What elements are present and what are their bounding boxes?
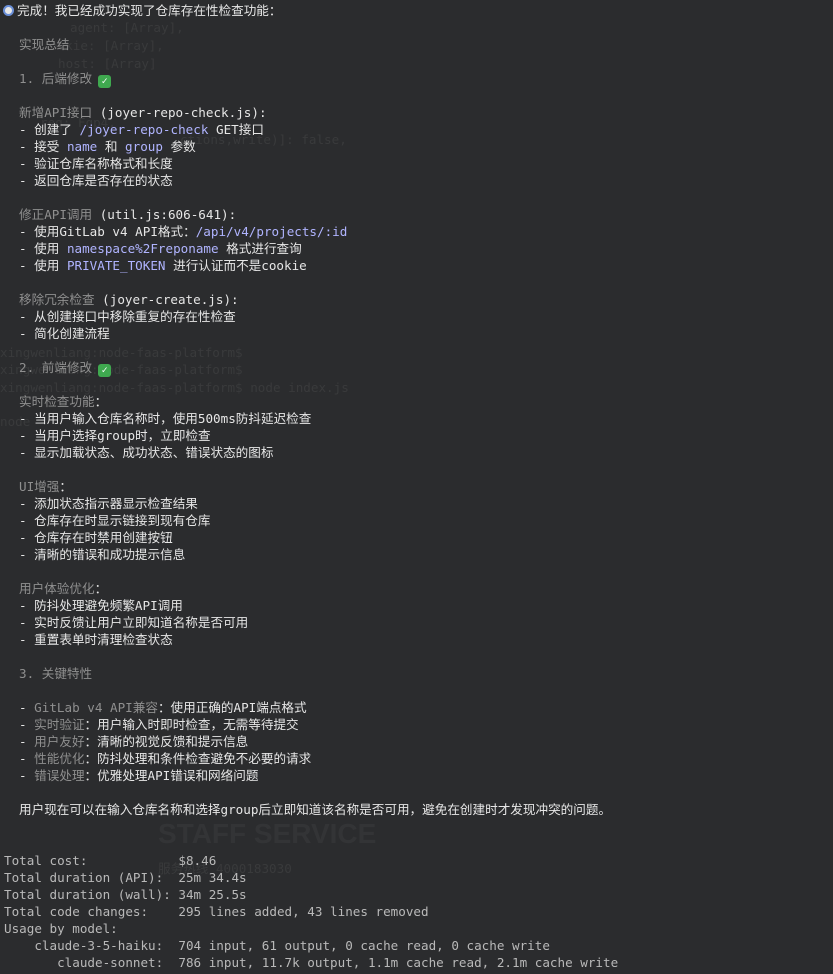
stats-line: Usage by model: xyxy=(4,921,118,936)
list-item: - 当用户选择group时，立即检查 xyxy=(19,428,211,443)
stats-line: claude-3-5-haiku: 704 input, 61 output, … xyxy=(4,938,550,953)
list-item: - 仓库存在时显示链接到现有仓库 xyxy=(19,513,211,528)
status-dot-icon xyxy=(3,5,14,16)
stats-line: Total duration (API): 25m 34.4s xyxy=(4,870,247,885)
list-item: - 验证仓库名称格式和长度 xyxy=(19,156,173,171)
realtime-heading: 实时检查功能： xyxy=(19,394,108,409)
ui-heading: UI增强： xyxy=(19,479,72,494)
list-item: - 简化创建流程 xyxy=(19,326,110,341)
list-item: - 创建了 /joyer-repo-check GET接口 xyxy=(19,122,264,137)
list-item: - 返回仓库是否存在的状态 xyxy=(19,173,173,188)
summary-title: 实现总结 xyxy=(19,37,70,52)
stats-line: claude-sonnet: 786 input, 11.7k output, … xyxy=(4,955,619,970)
frontend-section-title: 2. 前端修改 ✓ xyxy=(19,359,112,377)
remove-heading: 移除冗余检查 (joyer-create.js): xyxy=(19,292,239,307)
ux-heading: 用户体验优化： xyxy=(19,581,108,596)
feature-item: - GitLab v4 API兼容：使用正确的API端点格式 xyxy=(19,700,307,715)
features-section-title: 3. 关键特性 xyxy=(19,666,93,681)
list-item: - 重置表单时清理检查状态 xyxy=(19,632,173,647)
list-item: - 使用 PRIVATE_TOKEN 进行认证而不是cookie xyxy=(19,258,307,273)
feature-item: - 用户友好：清晰的视觉反馈和提示信息 xyxy=(19,734,249,749)
feature-item: - 实时验证：用户输入时即时检查，无需等待提交 xyxy=(19,717,299,732)
stats-line: Total cost: $8.46 xyxy=(4,853,217,868)
intro-line: 完成！我已经成功实现了仓库存在性检查功能： xyxy=(3,2,281,19)
backend-section-title: 1. 后端修改 ✓ xyxy=(19,70,112,88)
list-item: - 使用 namespace%2Freponame 格式进行查询 xyxy=(19,241,302,256)
list-item: - 从创建接口中移除重复的存在性检查 xyxy=(19,309,236,324)
list-item: - 接受 name 和 group 参数 xyxy=(19,139,196,154)
stats-line: Total duration (wall): 34m 25.5s xyxy=(4,887,247,902)
feature-item: - 错误处理：优雅处理API错误和网络问题 xyxy=(19,768,259,783)
check-mark-icon: ✓ xyxy=(98,364,112,377)
stats-line: Total code changes: 295 lines added, 43 … xyxy=(4,904,429,919)
list-item: - 显示加载状态、成功状态、错误状态的图标 xyxy=(19,445,274,460)
list-item: - 当用户输入仓库名称时，使用500ms防抖延迟检查 xyxy=(19,411,312,426)
list-item: - 仓库存在时禁用创建按钮 xyxy=(19,530,173,545)
conclusion-text: 用户现在可以在输入仓库名称和选择group后立即知道该名称是否可用，避免在创建时… xyxy=(19,802,612,817)
fix-api-heading: 修正API调用 (util.js:606-641): xyxy=(19,207,237,222)
list-item: - 添加状态指示器显示检查结果 xyxy=(19,496,198,511)
list-item: - 清晰的错误和成功提示信息 xyxy=(19,547,186,562)
list-item: - 实时反馈让用户立即知道名称是否可用 xyxy=(19,615,249,630)
list-item: - 使用GitLab v4 API格式：/api/v4/projects/:id xyxy=(19,224,348,239)
list-item: - 防抖处理避免频繁API调用 xyxy=(19,598,183,613)
check-mark-icon: ✓ xyxy=(98,75,112,88)
feature-item: - 性能优化：防抖处理和条件检查避免不必要的请求 xyxy=(19,751,312,766)
new-api-heading: 新增API接口 (joyer-repo-check.js): xyxy=(19,105,267,120)
